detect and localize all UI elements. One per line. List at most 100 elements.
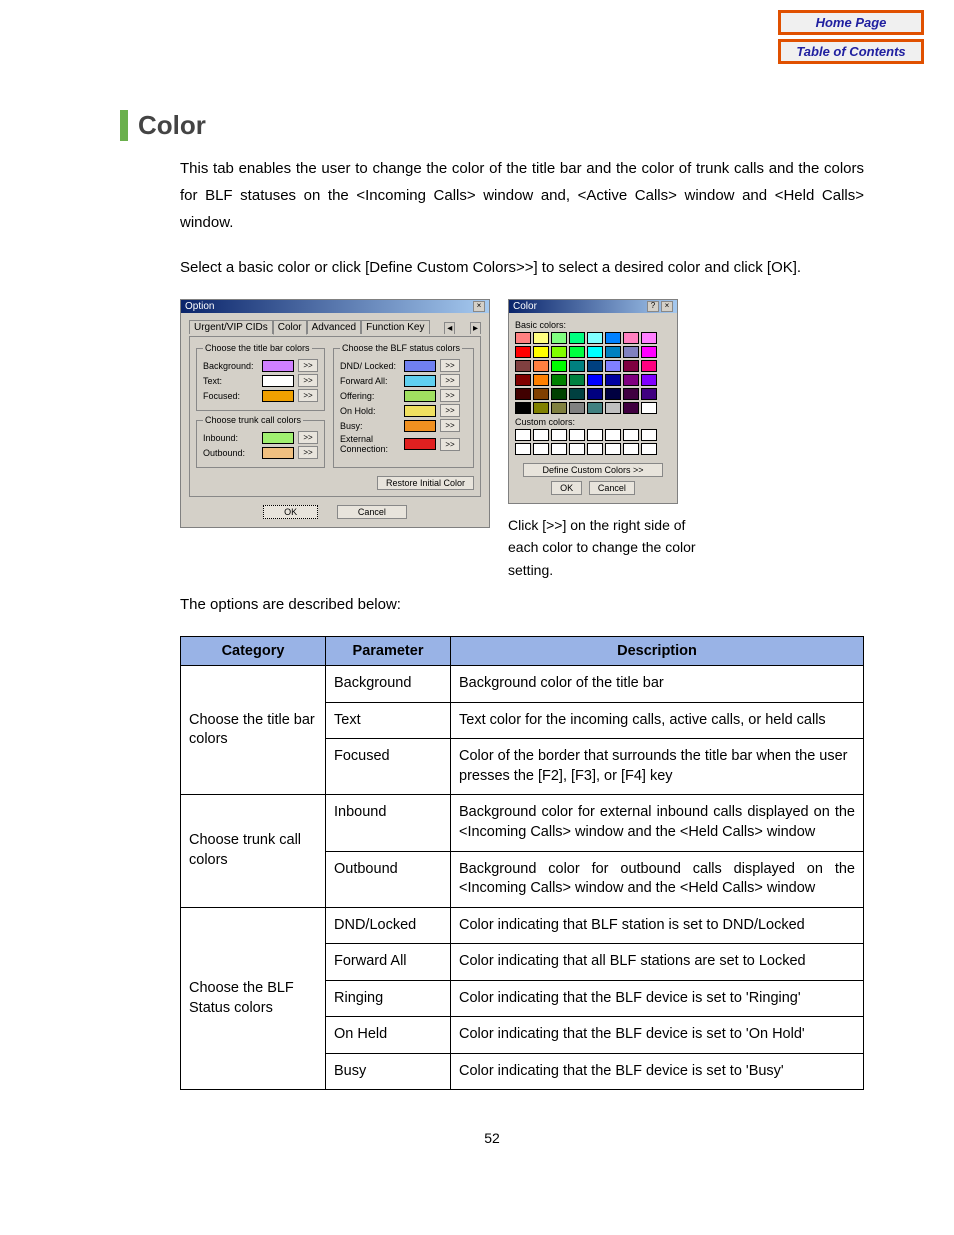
parameter-cell: Focused xyxy=(326,739,451,795)
basic-color-swatch[interactable] xyxy=(569,346,585,358)
custom-color-swatch[interactable] xyxy=(587,443,603,455)
basic-color-swatch[interactable] xyxy=(515,374,531,386)
basic-color-swatch[interactable] xyxy=(623,388,639,400)
tab-function-key[interactable]: Function Key xyxy=(361,320,429,334)
basic-color-swatch[interactable] xyxy=(587,374,603,386)
color-cancel-button[interactable]: Cancel xyxy=(589,481,635,495)
field-label: On Hold: xyxy=(340,406,400,416)
blf-field: Offering:>> xyxy=(340,389,467,402)
basic-color-swatch[interactable] xyxy=(569,402,585,414)
basic-color-swatch[interactable] xyxy=(641,388,657,400)
change-color-button[interactable]: >> xyxy=(440,374,460,387)
basic-color-swatch[interactable] xyxy=(641,360,657,372)
basic-color-swatch[interactable] xyxy=(551,332,567,344)
change-color-button[interactable]: >> xyxy=(440,438,460,451)
custom-color-swatch[interactable] xyxy=(605,443,621,455)
toc-button[interactable]: Table of Contents xyxy=(778,39,924,64)
custom-color-swatch[interactable] xyxy=(623,429,639,441)
basic-color-swatch[interactable] xyxy=(515,402,531,414)
description-cell: Color indicating that BLF station is set… xyxy=(451,907,864,944)
basic-color-swatch[interactable] xyxy=(587,346,603,358)
help-icon[interactable]: ? xyxy=(647,301,659,312)
basic-color-swatch[interactable] xyxy=(515,388,531,400)
change-color-button[interactable]: >> xyxy=(440,419,460,432)
basic-color-swatch[interactable] xyxy=(587,402,603,414)
basic-color-swatch[interactable] xyxy=(623,402,639,414)
basic-color-swatch[interactable] xyxy=(569,388,585,400)
tab-scroll-left-icon[interactable]: ◂ xyxy=(444,322,455,334)
color-swatch xyxy=(404,420,436,432)
option-ok-button[interactable]: OK xyxy=(263,505,318,519)
custom-color-swatch[interactable] xyxy=(587,429,603,441)
basic-color-swatch[interactable] xyxy=(515,360,531,372)
basic-color-swatch[interactable] xyxy=(515,346,531,358)
home-page-button[interactable]: Home Page xyxy=(778,10,924,35)
change-color-button[interactable]: >> xyxy=(440,359,460,372)
custom-color-swatch[interactable] xyxy=(533,429,549,441)
change-color-button[interactable]: >> xyxy=(298,359,318,372)
basic-color-swatch[interactable] xyxy=(533,346,549,358)
basic-color-swatch[interactable] xyxy=(551,388,567,400)
basic-color-swatch[interactable] xyxy=(605,332,621,344)
basic-color-swatch[interactable] xyxy=(587,388,603,400)
change-color-button[interactable]: >> xyxy=(298,431,318,444)
basic-color-swatch[interactable] xyxy=(551,402,567,414)
change-color-button[interactable]: >> xyxy=(298,446,318,459)
basic-color-swatch[interactable] xyxy=(533,332,549,344)
basic-color-swatch[interactable] xyxy=(641,402,657,414)
color-ok-button[interactable]: OK xyxy=(551,481,582,495)
basic-color-swatch[interactable] xyxy=(623,374,639,386)
change-color-button[interactable]: >> xyxy=(298,374,318,387)
basic-color-swatch[interactable] xyxy=(551,360,567,372)
define-custom-colors-button[interactable]: Define Custom Colors >> xyxy=(523,463,663,477)
close-icon[interactable]: × xyxy=(661,301,673,312)
close-icon[interactable]: × xyxy=(473,301,485,312)
custom-color-swatch[interactable] xyxy=(641,443,657,455)
change-color-button[interactable]: >> xyxy=(440,389,460,402)
basic-color-swatch[interactable] xyxy=(569,360,585,372)
custom-color-swatch[interactable] xyxy=(569,429,585,441)
basic-color-swatch[interactable] xyxy=(515,332,531,344)
custom-color-swatch[interactable] xyxy=(551,429,567,441)
field-label: External Connection: xyxy=(340,434,400,454)
change-color-button[interactable]: >> xyxy=(440,404,460,417)
custom-color-swatch[interactable] xyxy=(641,429,657,441)
custom-color-swatch[interactable] xyxy=(551,443,567,455)
basic-color-swatch[interactable] xyxy=(641,346,657,358)
basic-color-swatch[interactable] xyxy=(587,332,603,344)
basic-color-swatch[interactable] xyxy=(533,402,549,414)
change-color-button[interactable]: >> xyxy=(298,389,318,402)
basic-color-swatch[interactable] xyxy=(533,374,549,386)
tab-advanced[interactable]: Advanced xyxy=(307,320,361,334)
basic-color-swatch[interactable] xyxy=(569,332,585,344)
custom-color-swatch[interactable] xyxy=(515,443,531,455)
basic-color-swatch[interactable] xyxy=(641,332,657,344)
basic-color-swatch[interactable] xyxy=(605,374,621,386)
basic-color-swatch[interactable] xyxy=(551,374,567,386)
custom-color-swatch[interactable] xyxy=(533,443,549,455)
basic-color-swatch[interactable] xyxy=(533,388,549,400)
custom-color-swatch[interactable] xyxy=(515,429,531,441)
basic-color-swatch[interactable] xyxy=(623,360,639,372)
tab-scroll-right-icon[interactable]: ▸ xyxy=(470,322,481,334)
option-cancel-button[interactable]: Cancel xyxy=(337,505,407,519)
basic-color-swatch[interactable] xyxy=(623,332,639,344)
restore-initial-color-button[interactable]: Restore Initial Color xyxy=(377,476,474,490)
tab-urgent-vip[interactable]: Urgent/VIP CIDs xyxy=(189,320,273,334)
tab-color[interactable]: Color xyxy=(273,320,307,335)
basic-color-swatch[interactable] xyxy=(569,374,585,386)
custom-color-swatch[interactable] xyxy=(605,429,621,441)
basic-color-swatch[interactable] xyxy=(533,360,549,372)
basic-color-swatch[interactable] xyxy=(605,360,621,372)
description-cell: Color indicating that the BLF device is … xyxy=(451,980,864,1017)
basic-color-swatch[interactable] xyxy=(551,346,567,358)
basic-color-swatch[interactable] xyxy=(587,360,603,372)
intro-paragraph-1: This tab enables the user to change the … xyxy=(180,155,864,236)
basic-color-swatch[interactable] xyxy=(641,374,657,386)
custom-color-swatch[interactable] xyxy=(569,443,585,455)
basic-color-swatch[interactable] xyxy=(623,346,639,358)
custom-color-swatch[interactable] xyxy=(623,443,639,455)
basic-color-swatch[interactable] xyxy=(605,346,621,358)
basic-color-swatch[interactable] xyxy=(605,402,621,414)
basic-color-swatch[interactable] xyxy=(605,388,621,400)
